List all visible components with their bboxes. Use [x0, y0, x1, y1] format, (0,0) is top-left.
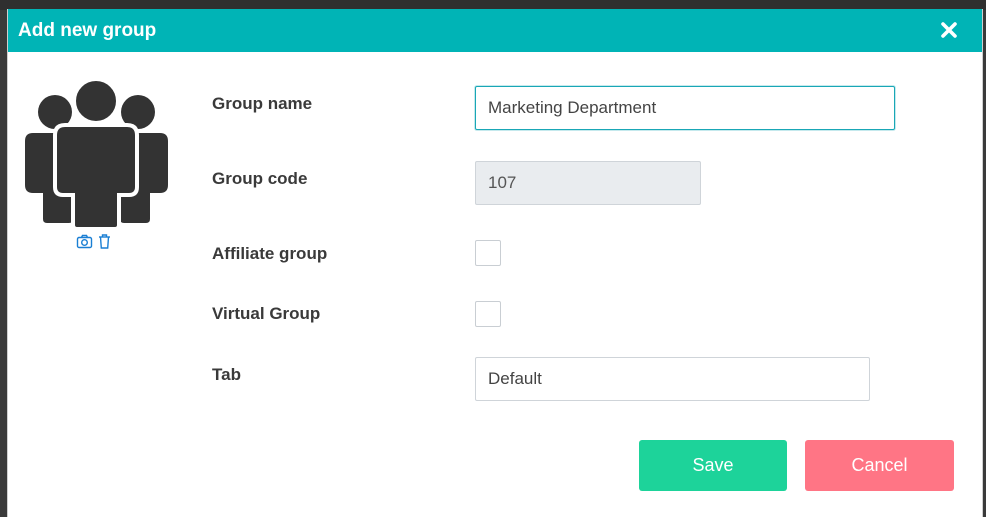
- virtual-group-checkbox[interactable]: [475, 301, 501, 327]
- group-name-input[interactable]: Marketing Department: [475, 86, 895, 130]
- virtual-group-label: Virtual Group: [212, 304, 321, 323]
- avatar-actions: [76, 233, 113, 251]
- dialog-header: Add new group: [8, 9, 982, 52]
- group-name-label: Group name: [212, 94, 313, 113]
- close-button[interactable]: [938, 19, 960, 41]
- camera-icon: [76, 234, 93, 249]
- group-people-icon: [25, 79, 168, 229]
- dialog-title: Add new group: [18, 20, 157, 41]
- delete-avatar-button[interactable]: [96, 233, 113, 250]
- affiliate-group-checkbox[interactable]: [475, 240, 501, 266]
- tab-select[interactable]: Default: [475, 357, 870, 401]
- group-code-input: 107: [475, 161, 701, 205]
- group-code-label: Group code: [212, 169, 308, 188]
- camera-button[interactable]: [76, 233, 93, 250]
- trash-icon: [99, 234, 110, 249]
- close-icon: [941, 22, 957, 38]
- affiliate-group-label: Affiliate group: [212, 244, 328, 263]
- cancel-button[interactable]: Cancel: [805, 440, 954, 491]
- add-group-dialog: Add new group Group name Marketing Depar…: [7, 9, 983, 517]
- tab-label: Tab: [212, 365, 241, 384]
- save-button[interactable]: Save: [639, 440, 787, 491]
